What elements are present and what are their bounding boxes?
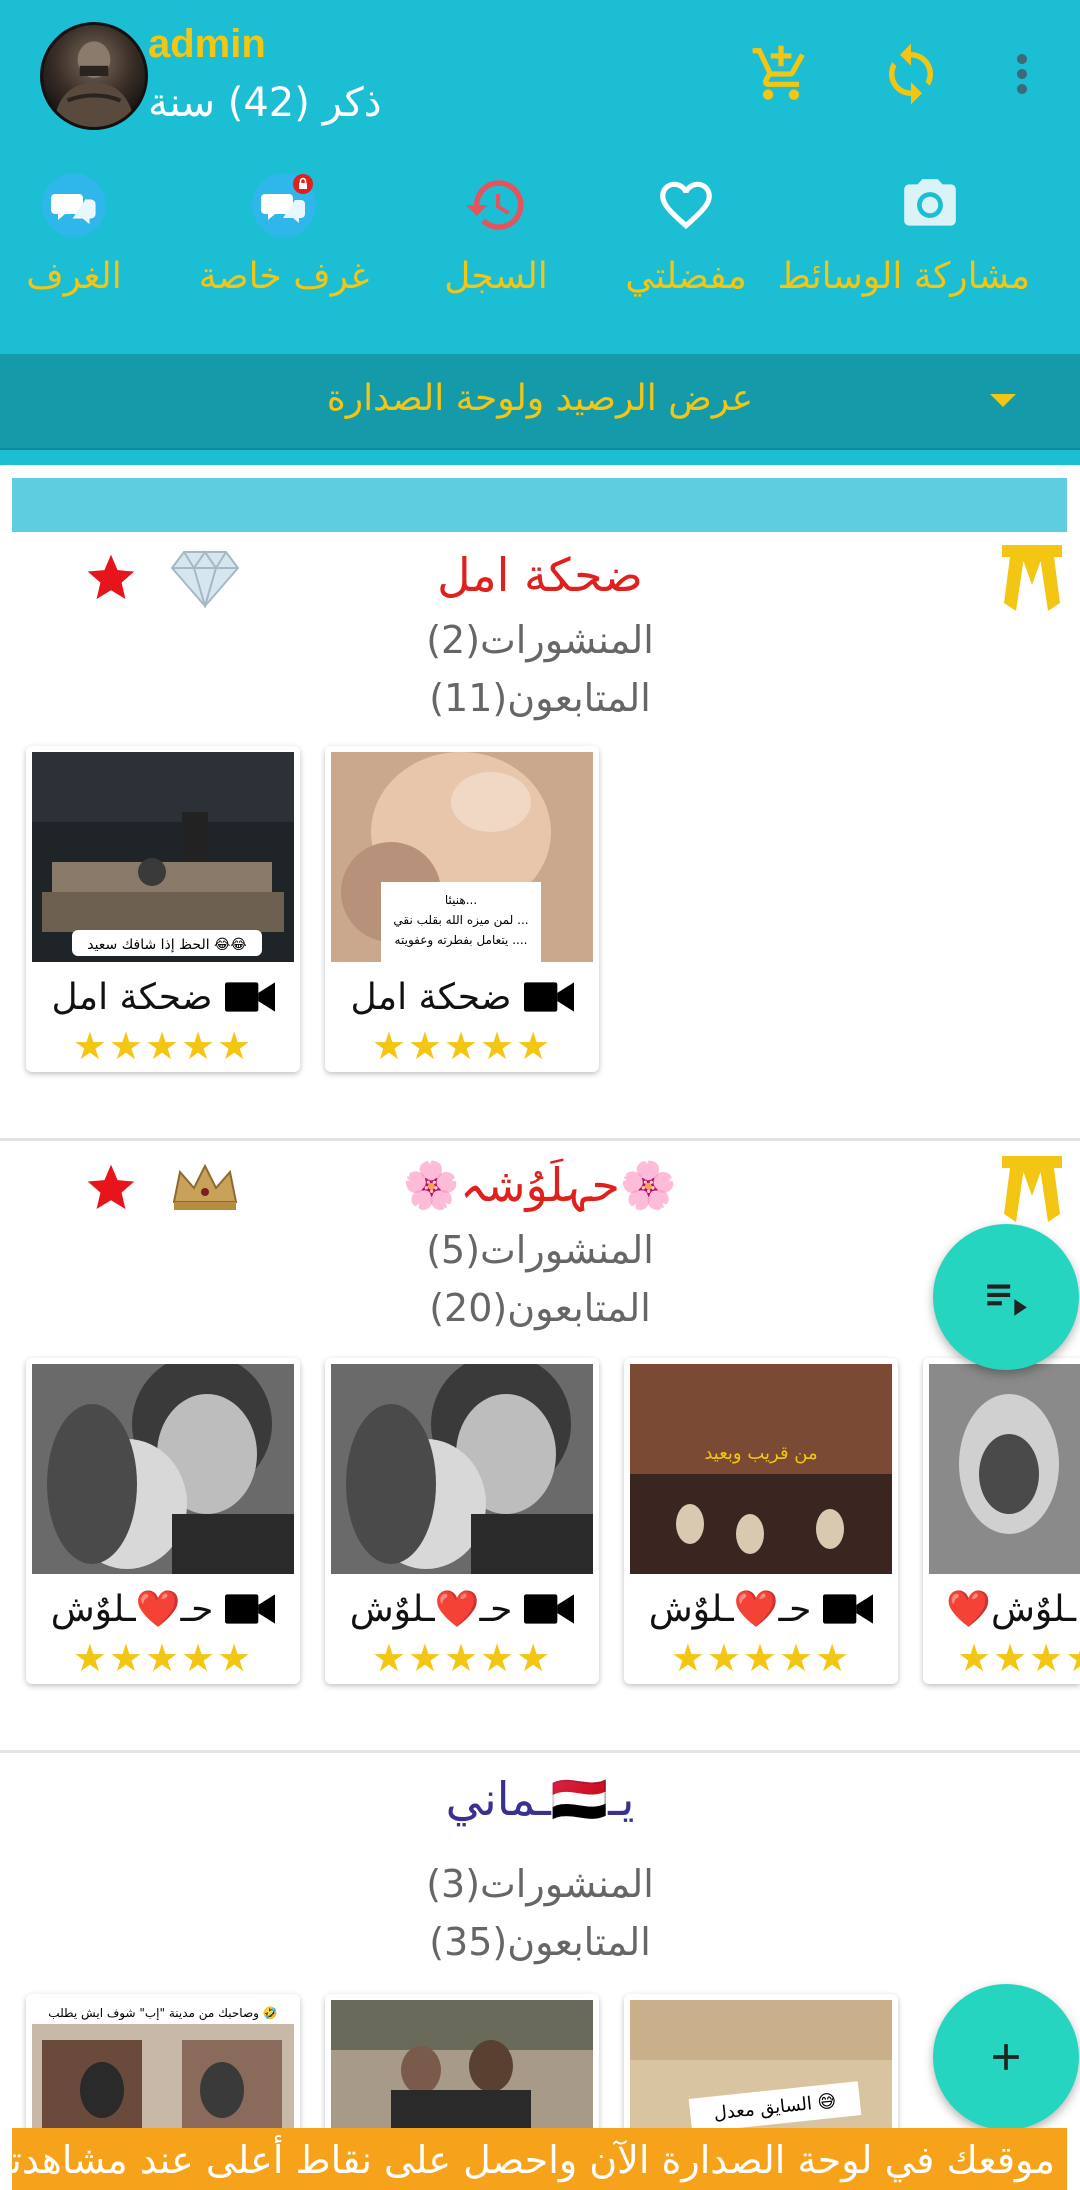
video-camera-icon — [225, 1594, 276, 1624]
private-chat-icon — [249, 170, 319, 240]
svg-text:يتعامل بفطرته وعفويته ....: يتعامل بفطرته وعفويته .... — [395, 933, 528, 948]
more-vert-icon[interactable] — [986, 38, 1058, 110]
nav-label: السجل — [444, 256, 548, 297]
quick-nav: الغرف غرف خاصة السجل مفضلتي مشاركة الوسا… — [0, 168, 1080, 318]
nav-rooms[interactable]: الغرف — [0, 168, 174, 318]
heart-icon — [651, 170, 721, 240]
chevron-down-icon — [990, 394, 1016, 407]
video-thumbnail: هنيئا... لمن ميزه الله بقلب نقي ... يتعا… — [331, 752, 593, 962]
thumb-overlay-text: من قريب وبعيد — [704, 1443, 817, 1464]
nav-label: مفضلتي — [625, 256, 747, 297]
plus-icon — [993, 2044, 1019, 2070]
rating-stars: ★★★★★ — [72, 1024, 254, 1068]
media-card[interactable]: حـ❤️ـلوٌش ★★★★★ — [325, 1358, 599, 1684]
card-caption: ضحكة امل — [325, 974, 599, 1020]
card-caption: ـلوٌش❤️ — [923, 1586, 1080, 1632]
section-title[interactable]: ضحكة امل — [0, 548, 1080, 602]
section-title[interactable]: 🌸حہلَوُشہ🌸 — [0, 1158, 1080, 1213]
balance-leaderboard-toggle[interactable]: عرض الرصيد ولوحة الصدارة — [0, 354, 1080, 450]
nav-favorites[interactable]: مفضلتي — [586, 168, 786, 318]
video-thumbnail: وصاحبك من مدينة "إب" شوف ايش يطلب 🤣 — [32, 2000, 294, 2134]
history-icon — [461, 170, 531, 240]
card-title: ضحكة امل — [350, 976, 512, 1018]
info-strip — [12, 478, 1067, 532]
posts-count: المنشورات(5) — [426, 1228, 654, 1272]
rating-stars: ★★★★★ — [371, 1024, 553, 1068]
video-thumbnail: السايق معدل 😅 — [630, 2000, 892, 2134]
media-card[interactable]: السايق معدل 😅 — [624, 1994, 898, 2134]
cart-plus-icon[interactable] — [745, 38, 817, 110]
followers-count: المتابعون(11) — [429, 676, 651, 720]
video-camera-icon — [524, 1594, 575, 1624]
svg-text:هنيئا...: هنيئا... — [445, 893, 477, 907]
card-title: حـ❤️ـلوٌش — [50, 1589, 214, 1630]
card-caption: حـ❤️ـلوٌش — [325, 1586, 599, 1632]
followers-count: المتابعون(35) — [429, 1920, 651, 1964]
refresh-icon[interactable] — [875, 38, 947, 110]
media-card[interactable]: حـ❤️ـلوٌش ★★★★★ — [26, 1358, 300, 1684]
section-divider — [0, 1750, 1080, 1753]
media-card[interactable] — [325, 1994, 599, 2134]
video-thumbnail — [331, 2000, 593, 2134]
card-title: ـلوٌش❤️ — [946, 1589, 1076, 1630]
media-card[interactable]: الحظ إذا شافك سعيد 😂😂 ضحكة امل ★★★★★ — [26, 746, 300, 1072]
video-camera-icon — [823, 1594, 874, 1624]
nav-label: غرف خاصة — [198, 256, 370, 297]
rating-stars: ★★★★★ — [670, 1636, 852, 1680]
video-thumbnail — [929, 1364, 1080, 1574]
rating-stars: ★★★★★ — [72, 1636, 254, 1680]
username[interactable]: admin — [148, 22, 266, 67]
media-card[interactable]: من قريب وبعيد حـ❤️ـلوٌش ★★★★★ — [624, 1358, 898, 1684]
section-title[interactable]: يـ🇾🇪ـماني — [0, 1772, 1080, 1827]
nav-history[interactable]: السجل — [396, 168, 596, 318]
card-title: حـ❤️ـلوٌش — [349, 1589, 513, 1630]
card-caption: ضحكة امل — [26, 974, 300, 1020]
rating-stars: ★★★★★ — [371, 1636, 553, 1680]
leaderboard-banner[interactable]: موقعك في لوحة الصدارة الآن واحصل على نقا… — [12, 2128, 1067, 2190]
media-card[interactable]: ـلوٌش❤️ ★★★★★ — [923, 1358, 1080, 1684]
posts-count: المنشورات(3) — [426, 1862, 654, 1906]
playlist-icon — [987, 1284, 1027, 1316]
add-button[interactable] — [933, 1984, 1079, 2130]
user-info: ذكر (42) سنة — [148, 80, 382, 126]
camera-icon — [895, 170, 965, 240]
card-caption: حـ❤️ـلوٌش — [26, 1586, 300, 1632]
card-caption: حـ❤️ـلوٌش — [624, 1586, 898, 1632]
video-thumbnail — [32, 1364, 294, 1574]
thumb-overlay-text: الحظ إذا شافك سعيد 😂😂 — [87, 937, 247, 953]
video-thumbnail — [331, 1364, 593, 1574]
video-thumbnail: من قريب وبعيد — [630, 1364, 892, 1574]
video-camera-icon — [523, 982, 574, 1012]
chat-bubbles-icon — [39, 170, 109, 240]
section-divider — [0, 1138, 1080, 1141]
posts-count: المنشورات(2) — [426, 618, 654, 662]
banner-text: موقعك في لوحة الصدارة الآن واحصل على نقا… — [12, 2138, 1055, 2182]
card-title: حـ❤️ـلوٌش — [648, 1589, 812, 1630]
nav-label: الغرف — [26, 256, 122, 297]
rating-stars: ★★★★★ — [957, 1636, 1080, 1680]
playlist-button[interactable] — [933, 1224, 1079, 1370]
video-thumbnail: الحظ إذا شافك سعيد 😂😂 — [32, 752, 294, 962]
app-header: admin ذكر (42) سنة الغرف غرف خاصة السجل — [0, 0, 1080, 465]
media-card[interactable]: وصاحبك من مدينة "إب" شوف ايش يطلب 🤣 — [26, 1994, 300, 2134]
card-title: ضحكة امل — [51, 976, 213, 1018]
thumb-overlay-text: وصاحبك من مدينة "إب" شوف ايش يطلب 🤣 — [48, 2006, 277, 2021]
nav-private-rooms[interactable]: غرف خاصة — [184, 168, 384, 318]
nav-label: مشاركة الوسائط — [777, 256, 1030, 297]
nav-share-media[interactable]: مشاركة الوسائط — [777, 168, 1030, 318]
avatar[interactable] — [40, 22, 148, 130]
followers-count: المتابعون(20) — [429, 1286, 651, 1330]
media-card[interactable]: هنيئا... لمن ميزه الله بقلب نقي ... يتعا… — [325, 746, 599, 1072]
video-camera-icon — [224, 982, 275, 1012]
balance-label: عرض الرصيد ولوحة الصدارة — [326, 378, 754, 419]
svg-text:لمن ميزه الله بقلب نقي ...: لمن ميزه الله بقلب نقي ... — [393, 913, 528, 928]
